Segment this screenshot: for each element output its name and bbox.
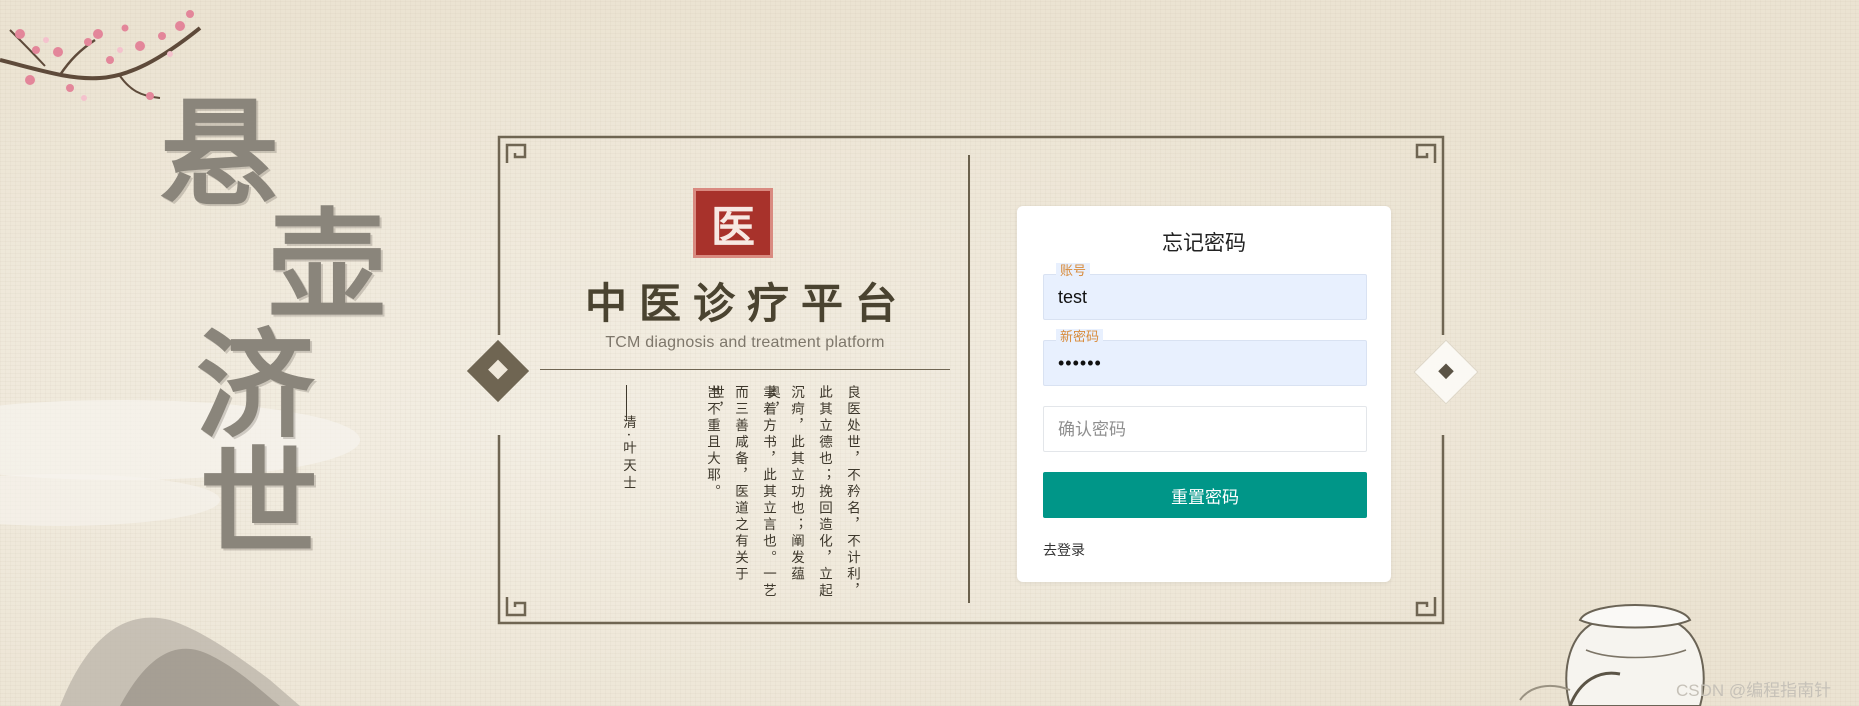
account-input[interactable] bbox=[1044, 275, 1366, 319]
classical-quote: 良医处世，不矜名，不计利， 此其立德也；挽回造化，立起 沉疴，此其立功也；阐发蕴… bbox=[700, 385, 864, 615]
confirm-password-field bbox=[1043, 406, 1367, 452]
seal-char: 医 bbox=[711, 202, 755, 253]
confirm-password-input[interactable] bbox=[1044, 407, 1366, 451]
new-password-field: 新密码 bbox=[1043, 329, 1367, 386]
account-label: 账号 bbox=[1056, 263, 1091, 281]
quote-column: 良医处世，不矜名，不计利， bbox=[844, 385, 860, 600]
calligraphy-char: 悬 bbox=[160, 84, 279, 223]
vertical-divider bbox=[968, 155, 970, 603]
horizontal-divider bbox=[540, 369, 950, 370]
platform-title: 中医诊疗平台 bbox=[585, 279, 910, 328]
form-title: 忘记密码 bbox=[1162, 231, 1246, 255]
go-login-link[interactable]: 去登录 bbox=[1043, 540, 1085, 560]
calligraphy-char: 壶 bbox=[268, 196, 387, 335]
signature-text: 清·叶天士 bbox=[620, 415, 636, 494]
new-password-input[interactable] bbox=[1044, 341, 1366, 385]
quote-column: 而三善咸备，医道之有关于世， bbox=[708, 385, 748, 583]
medicine-seal-logo: 医 bbox=[693, 188, 773, 258]
quote-column: 沉疴，此其立功也；阐发蕴奥， bbox=[764, 385, 804, 583]
quote-column: 聿着方书，此其立言也。一艺 bbox=[760, 385, 776, 600]
new-password-label: 新密码 bbox=[1056, 329, 1104, 347]
reset-password-button[interactable]: 重置密码 bbox=[1043, 472, 1367, 518]
csdn-watermark: CSDN @编程指南针 bbox=[1676, 681, 1832, 700]
quote-column: 此其立德也；挽回造化，立起 bbox=[816, 385, 832, 600]
account-field: 账号 bbox=[1043, 263, 1367, 320]
quote-column: 岂不重且大耶。 bbox=[704, 385, 720, 501]
platform-subtitle: TCM diagnosis and treatment platform bbox=[605, 334, 885, 351]
forgot-password-card: 忘记密码 账号 新密码 重置密码 去登录 bbox=[1017, 206, 1391, 582]
calligraphy-title: 悬 壶 济 世 bbox=[160, 95, 420, 565]
calligraphy-char: 世 bbox=[200, 434, 319, 573]
calligraphy-char: 济 bbox=[196, 316, 315, 455]
